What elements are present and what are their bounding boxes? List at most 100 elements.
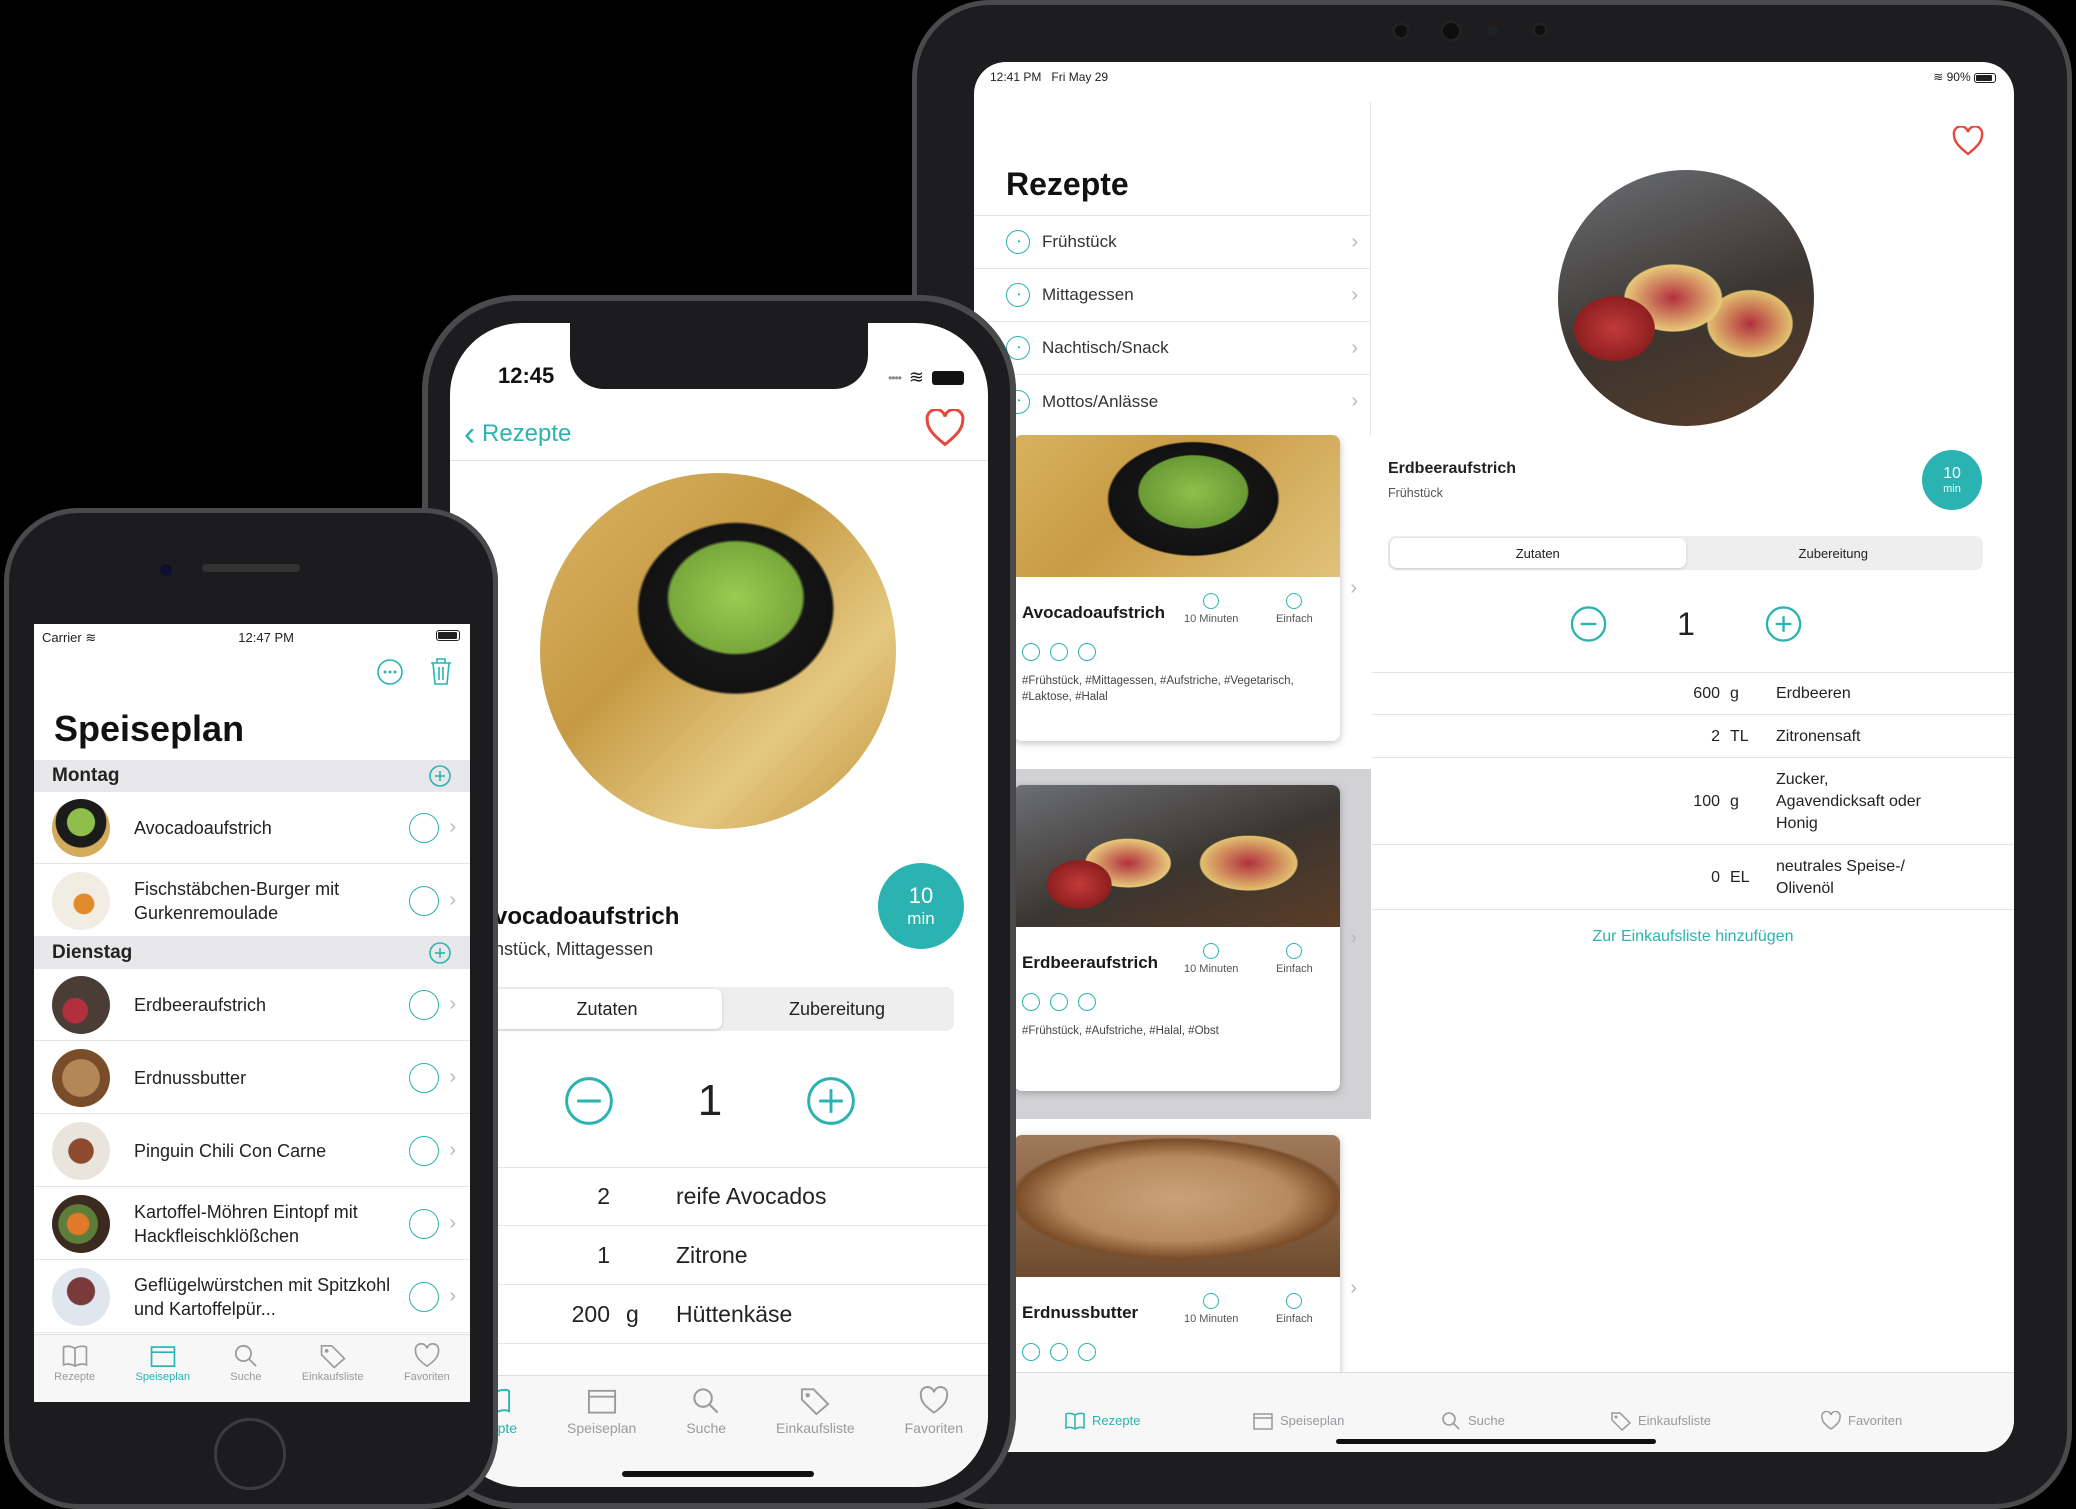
category-icon	[409, 885, 440, 916]
recipe-card[interactable]: Erdnussbutter 10 Minuten Einfach	[1014, 1135, 1340, 1372]
difficulty-meta: Einfach	[1276, 943, 1313, 975]
meal-name: Kartoffel-Möhren Eintopf mit Hackfleisch…	[134, 1201, 358, 1246]
tab-favoriten[interactable]: Favoriten	[1820, 1389, 1990, 1452]
minus-circle-icon[interactable]	[1570, 605, 1607, 643]
plus-circle-icon[interactable]	[1765, 605, 1802, 643]
category-icon	[409, 989, 440, 1020]
breakfast-icon	[1050, 643, 1068, 661]
clock-icon	[1203, 943, 1220, 959]
add-circle-icon[interactable]	[428, 941, 452, 965]
ingredient-name: reife Avocados	[676, 1183, 827, 1209]
tab-label: Speiseplan	[1280, 1413, 1345, 1428]
iphone-x-device: 12:45 •••• ≋ ‹ Rezepte vocadoaufstrich h…	[422, 295, 1016, 1509]
tab-ingredients[interactable]: Zutaten	[492, 989, 722, 1029]
tab-label: Favoriten	[1848, 1413, 1903, 1428]
trash-icon[interactable]	[428, 656, 454, 686]
recipe-hero-photo	[1558, 170, 1814, 426]
meal-row[interactable]: Erdnussbutter ›	[34, 1042, 470, 1114]
tag-icons	[1022, 643, 1096, 661]
chevron-right-icon: ›	[449, 1212, 456, 1234]
tab-ingredients[interactable]: Zutaten	[1390, 538, 1686, 568]
category-label: Mittagessen	[1042, 285, 1134, 304]
ingredient-row: 200 g Hüttenkäse	[450, 1286, 988, 1344]
category-nachtisch[interactable]: ◔ Nachtisch/Snack ›	[974, 322, 1370, 375]
vegan-icon	[1022, 1343, 1040, 1361]
heart-icon	[414, 1343, 440, 1368]
chevron-right-icon: ›	[1350, 577, 1357, 599]
time-value: 10	[908, 883, 934, 908]
battery-icon	[435, 630, 460, 641]
tab-einkaufsliste[interactable]: Einkaufsliste	[302, 1343, 364, 1402]
camera-dot	[1392, 22, 1410, 40]
iphone-x-screen: 12:45 •••• ≋ ‹ Rezepte vocadoaufstrich h…	[450, 323, 988, 1487]
spread-icon	[1050, 993, 1068, 1011]
status-icons: •••• ≋	[888, 367, 964, 388]
status-time: 12:47 PM	[238, 630, 294, 645]
recipe-category: hstück, Mittagessen	[494, 939, 654, 959]
recipe-card-slot-selected: Erdbeeraufstrich 10 Minuten Einfach #Frü…	[974, 769, 1371, 1119]
favorite-heart-icon[interactable]	[1952, 126, 1984, 156]
book-icon	[62, 1345, 87, 1368]
meal-row[interactable]: Kartoffel-Möhren Eintopf mit Hackfleisch…	[34, 1188, 470, 1260]
tab-label: Suche	[1468, 1413, 1505, 1428]
chevron-right-icon: ›	[1350, 1277, 1357, 1299]
meal-row[interactable]: Erdbeeraufstrich ›	[34, 969, 470, 1041]
recipe-detail-pane: Erdbeeraufstrich Frühstück 10 min Zutaten…	[1372, 102, 2014, 1372]
vegetarian-icon	[1022, 643, 1040, 661]
ingredient-row: 2 TL Zitronensaft	[1372, 716, 2014, 758]
add-circle-icon[interactable]	[428, 764, 452, 788]
category-mottos[interactable]: ◔ Mottos/Anlässe ›	[974, 375, 1370, 428]
tab-favoriten[interactable]: Favoriten	[905, 1386, 963, 1487]
difficulty-label: Einfach	[1276, 1313, 1313, 1325]
book-icon	[1065, 1412, 1085, 1430]
tab-suche[interactable]: Suche	[230, 1343, 261, 1402]
calendar-icon	[1253, 1412, 1273, 1430]
meal-thumbnail	[52, 975, 110, 1034]
category-icon	[409, 1062, 440, 1093]
ingredient-unit: EL	[1730, 868, 1750, 886]
ingredient-name: Zucker, Agavendicksaft oder Honig	[1776, 770, 1921, 832]
add-to-shopping-list-link[interactable]: Zur Einkaufsliste hinzufügen	[1372, 928, 2014, 946]
recipe-card[interactable]: Erdbeeraufstrich 10 Minuten Einfach #Frü…	[1014, 785, 1340, 1091]
recipe-hero-photo	[540, 473, 896, 829]
recipe-card[interactable]: Avocadoaufstrich 10 Minuten Einfach #Frü…	[1014, 435, 1340, 741]
minus-circle-icon[interactable]	[564, 1076, 614, 1126]
navigation-bar: ‹ Rezepte	[450, 395, 988, 461]
chevron-right-icon: ›	[449, 1139, 456, 1161]
meal-row[interactable]: Pinguin Chili Con Carne ›	[34, 1115, 470, 1187]
servings-stepper: 1	[560, 1071, 860, 1131]
category-mittagessen[interactable]: ◔ Mittagessen ›	[974, 269, 1370, 322]
recipe-card-title: Erdbeeraufstrich	[1022, 953, 1159, 972]
tab-preparation[interactable]: Zubereitung	[1686, 538, 1982, 568]
meal-row[interactable]: Fischstäbchen-Burger mit Gurkenremoulade…	[34, 865, 470, 937]
favorite-heart-icon[interactable]	[924, 409, 966, 447]
tab-preparation[interactable]: Zubereitung	[722, 989, 952, 1029]
tab-favoriten[interactable]: Favoriten	[404, 1343, 450, 1402]
home-button[interactable]	[214, 1418, 286, 1490]
breakfast-icon: ◔	[1006, 230, 1030, 254]
more-icon[interactable]	[376, 658, 404, 686]
recipe-tags: #Frühstück, #Mittagessen, #Aufstriche, #…	[1022, 675, 1294, 703]
recipe-title: Erdbeeraufstrich	[1388, 460, 1517, 477]
ingredient-name: Zitrone	[676, 1242, 748, 1268]
tag-icon	[320, 1344, 346, 1369]
ingredient-row: 100 g Zucker, Agavendicksaft oder Honig	[1372, 759, 2014, 845]
recipe-photo	[1014, 1135, 1340, 1277]
category-fruehstueck[interactable]: ◔ Frühstück ›	[974, 216, 1370, 269]
plus-circle-icon[interactable]	[806, 1076, 856, 1126]
tab-speiseplan[interactable]: Speiseplan	[136, 1343, 190, 1402]
tab-rezepte[interactable]: Rezepte	[54, 1343, 95, 1402]
ingredient-unit: g	[1730, 792, 1739, 810]
leaf-icon	[1078, 643, 1096, 661]
info-icon	[1286, 1293, 1303, 1309]
difficulty-label: Einfach	[1276, 613, 1313, 625]
meal-row[interactable]: Avocadoaufstrich ›	[34, 792, 470, 864]
meal-row[interactable]: Geflügelwürstchen mit Spitzkohl und Kart…	[34, 1261, 470, 1333]
servings-stepper: 1	[1570, 602, 1802, 646]
ingredient-row: 0 EL neutrales Speise-/ Olivenöl	[1372, 846, 2014, 910]
tab-rezepte[interactable]: Rezepte	[1064, 1389, 1252, 1452]
meal-thumbnail	[52, 1194, 110, 1253]
back-button[interactable]: ‹ Rezepte	[464, 415, 571, 454]
camera-dot	[1532, 22, 1548, 38]
chevron-right-icon: ›	[1351, 390, 1358, 412]
